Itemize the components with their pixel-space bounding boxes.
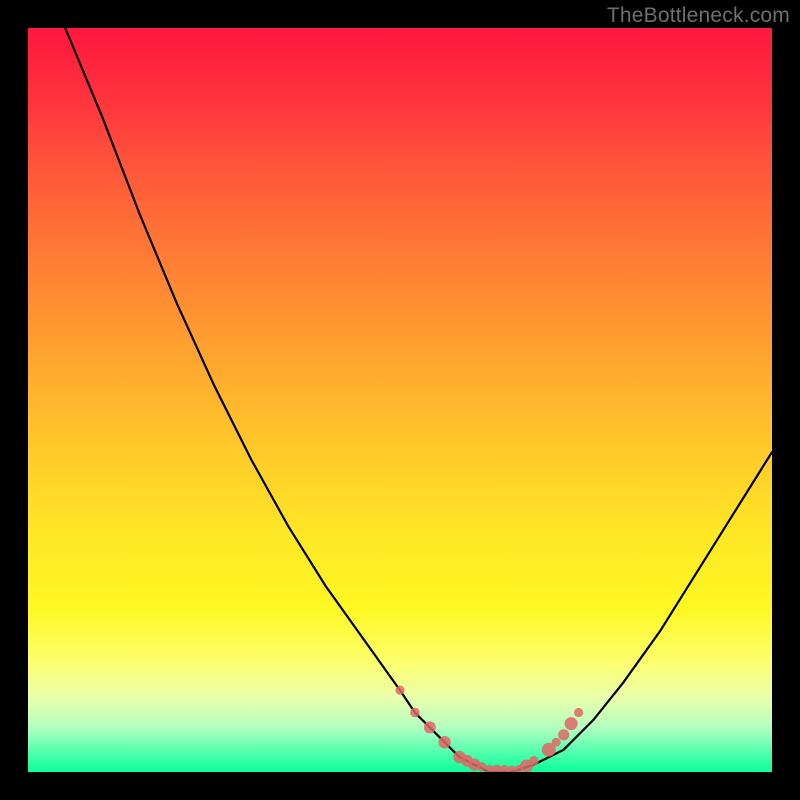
dot — [552, 738, 561, 747]
dot — [574, 708, 583, 717]
dot — [438, 736, 450, 748]
dot — [558, 729, 569, 740]
watermark-text: TheBottleneck.com — [607, 4, 790, 28]
chart-frame: TheBottleneck.com — [0, 0, 800, 800]
dot — [477, 762, 486, 771]
dot — [410, 708, 420, 718]
curve-svg — [28, 28, 772, 772]
dot — [529, 756, 539, 766]
dot — [395, 686, 404, 695]
dot — [565, 717, 578, 730]
bottleneck-line — [65, 28, 772, 772]
sweet-spot-dots — [395, 686, 583, 772]
plot-area — [28, 28, 772, 772]
dot — [424, 721, 436, 733]
